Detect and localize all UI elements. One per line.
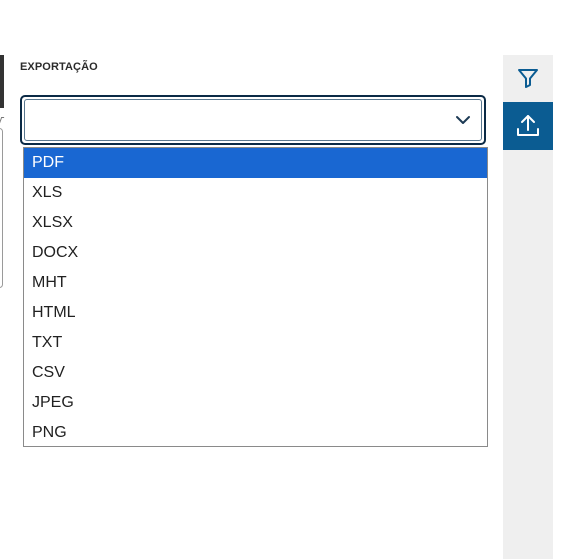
right-sidebar [503,55,553,559]
option-html[interactable]: HTML [24,298,487,328]
option-xls[interactable]: XLS [24,178,487,208]
option-mht[interactable]: MHT [24,268,487,298]
export-format-select[interactable] [20,95,486,145]
filter-icon [518,69,538,88]
option-jpeg[interactable]: JPEG [24,388,487,418]
option-docx[interactable]: DOCX [24,238,487,268]
left-panel-tick [0,117,5,124]
export-label: EXPORTAÇÃO [20,61,98,73]
export-format-dropdown: PDF XLS XLSX DOCX MHT HTML TXT CSV JPEG … [23,147,488,447]
option-png[interactable]: PNG [24,418,487,448]
export-button[interactable] [503,102,553,150]
left-panel-card-edge [0,128,3,288]
option-xlsx[interactable]: XLSX [24,208,487,238]
filter-button[interactable] [503,55,553,101]
chevron-down-icon[interactable] [455,114,471,126]
option-csv[interactable]: CSV [24,358,487,388]
option-pdf[interactable]: PDF [24,148,487,178]
select-focus-ring [24,99,482,141]
export-upload-icon [517,115,539,136]
option-txt[interactable]: TXT [24,328,487,358]
left-panel-edge [0,55,4,108]
